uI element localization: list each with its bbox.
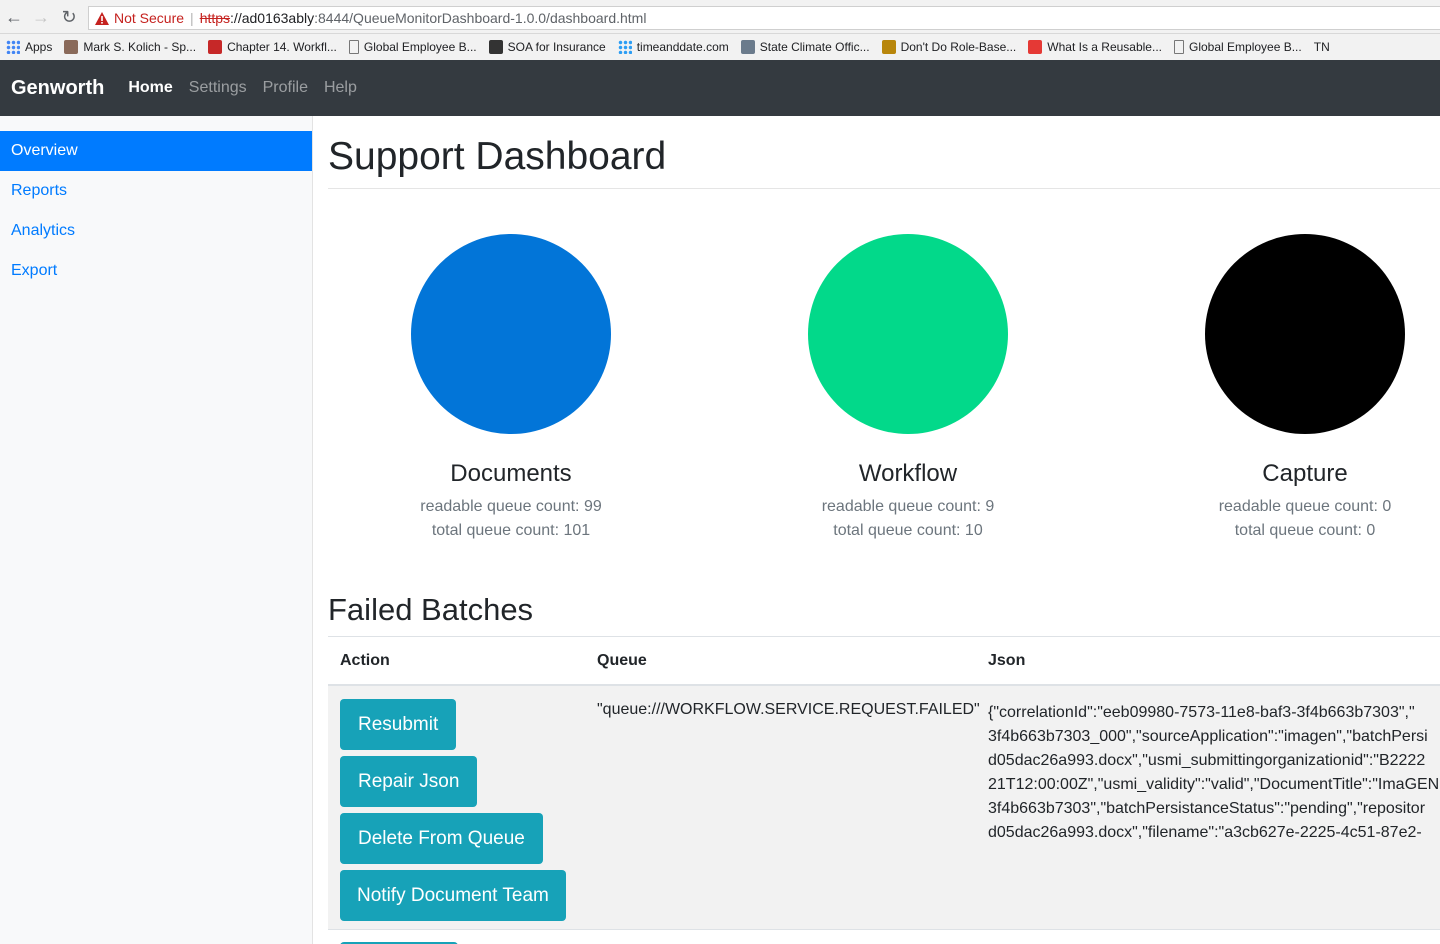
bookmark-label: What Is a Reusable... [1047,40,1162,54]
json-line: 3f4b663b7303_000","sourceApplication":"i… [988,728,1428,745]
bookmark-item[interactable]: timeanddate.com [612,34,735,60]
browser-toolbar: ← → ↻ Not Secure | https ://ad0163ably :… [0,0,1440,34]
json-line: 3f4b663b7303","batchPersistanceStatus":"… [988,800,1426,817]
json-line: 21T12:00:00Z","usmi_validity":"valid","D… [988,776,1440,793]
column-header-json: Json [988,651,1026,669]
sidebar-item-overview[interactable]: Overview [0,131,312,171]
bookmark-label: State Climate Offic... [759,40,870,54]
oracle-icon [1028,40,1043,54]
nav-link-help[interactable]: Help [324,79,357,97]
bookmark-item[interactable]: State Climate Offic... [735,34,876,60]
stat-documents: Documents readable queue count: 99 total… [351,234,671,543]
bookmark-item[interactable]: Global Employee B... [1168,34,1308,60]
network-icon [488,40,503,54]
json-cell: {"correlationId":"eeb09980-7573-11e8-baf… [988,701,1439,845]
nav-link-settings[interactable]: Settings [189,79,247,97]
sidebar: Overview Reports Analytics Export [0,116,313,944]
dots-icon [617,40,632,54]
column-header-queue: Queue [597,651,647,669]
page-icon [348,40,359,54]
table-header: Action Queue Json [328,636,1440,686]
queue-cell: "queue:///WORKFLOW.SERVICE.REQUEST.FAILE… [597,701,980,718]
bookmark-label: Apps [25,40,53,54]
bookmark-item[interactable]: Don't Do Role-Base... [876,34,1023,60]
stat-total-count: total queue count: 101 [431,522,591,539]
resubmit-button[interactable]: Resubmit [340,699,457,750]
nav-link-profile[interactable]: Profile [263,79,308,97]
url-host: ://ad0163ably [230,10,315,26]
address-separator: | [190,10,194,26]
sidebar-item-export[interactable]: Export [0,251,312,291]
bookmark-item[interactable]: Apps [0,34,58,60]
workflow-status-circle [808,234,1008,434]
stat-readable-count: readable queue count: 9 [821,498,995,515]
shield-icon [881,40,896,54]
main-content: Support Dashboard Documents readable que… [328,116,1440,944]
page-icon [1174,40,1184,54]
documents-status-circle [411,234,611,434]
nav-link-home[interactable]: Home [128,79,172,97]
json-line: {"correlationId":"eeb09980-7573-11e8-baf… [988,704,1415,721]
bookmark-label: Don't Do Role-Base... [900,40,1017,54]
stat-total-count: total queue count: 0 [1234,522,1376,539]
bookmarks-bar: Apps Mark S. Kolich - Sp... Chapter 14. Wo… [0,34,1440,60]
bookmark-label: Global Employee B... [363,40,477,54]
back-icon[interactable]: ← [1,4,27,30]
stat-name: Workflow [858,460,958,487]
failed-batches-table: Action Queue Json Resubmit Repair Json D… [328,636,1440,930]
dr-logo-icon [208,40,223,54]
json-line: d05dac26a993.docx","filename":"a3cb627e-… [988,824,1422,841]
json-line: d05dac26a993.docx","usmi_submittingorgan… [988,752,1426,769]
capture-status-circle [1205,234,1405,434]
delete-from-queue-button[interactable]: Delete From Queue [340,813,543,864]
bookmark-item[interactable]: Chapter 14. Workfl... [202,34,343,60]
bookmark-item[interactable]: TN [1308,34,1336,60]
stat-readable-count: readable queue count: 0 [1218,498,1392,515]
bookmark-label: Mark S. Kolich - Sp... [83,40,197,54]
stat-capture: Capture readable queue count: 0 total qu… [1145,234,1440,543]
forward-icon[interactable]: → [28,4,54,30]
apps-grid-icon [6,40,20,54]
title-divider [328,188,1440,189]
top-navbar: Genworth Home Settings Profile Help [0,60,1440,116]
url-path: :8444/QueueMonitorDashboard-1.0.0/dashbo… [314,10,647,26]
bookmark-item[interactable]: What Is a Reusable... [1022,34,1168,60]
not-secure-label: Not Secure [114,10,185,26]
repair-json-button[interactable]: Repair Json [340,756,478,807]
page-title: Support Dashboard [328,135,667,178]
notify-document-team-button[interactable]: Notify Document Team [340,870,566,921]
bookmark-label: Global Employee B... [1189,40,1302,54]
stat-readable-count: readable queue count: 99 [420,498,602,515]
stat-name: Capture [1262,460,1348,487]
bookmark-item[interactable]: Global Employee B... [343,34,483,60]
stat-workflow: Workflow readable queue count: 9 total q… [748,234,1068,543]
stat-name: Documents [450,460,572,487]
climate-icon [740,40,755,54]
bookmark-item[interactable]: Mark S. Kolich - Sp... [58,34,202,60]
reload-icon[interactable]: ↻ [56,4,82,30]
stat-total-count: total queue count: 10 [833,522,983,539]
bookmark-label: TN [1313,40,1330,54]
sidebar-item-analytics[interactable]: Analytics [0,211,312,251]
bookmark-label: timeanddate.com [636,40,729,54]
failed-batches-title: Failed Batches [328,592,534,627]
table-row: Resubmit Repair Json Delete From Queue N… [328,686,1440,930]
bookmark-item[interactable]: SOA for Insurance [483,34,612,60]
sidebar-item-reports[interactable]: Reports [0,171,312,211]
bookmark-label: Chapter 14. Workfl... [227,40,337,54]
url-protocol: https [199,10,231,26]
brand-logo[interactable]: Genworth [11,77,104,100]
address-bar[interactable]: Not Secure | https ://ad0163ably :8444/Q… [88,6,1440,30]
avatar-icon [64,40,79,54]
bookmark-label: SOA for Insurance [507,40,606,54]
column-header-action: Action [340,651,390,669]
warning-icon [95,11,109,25]
